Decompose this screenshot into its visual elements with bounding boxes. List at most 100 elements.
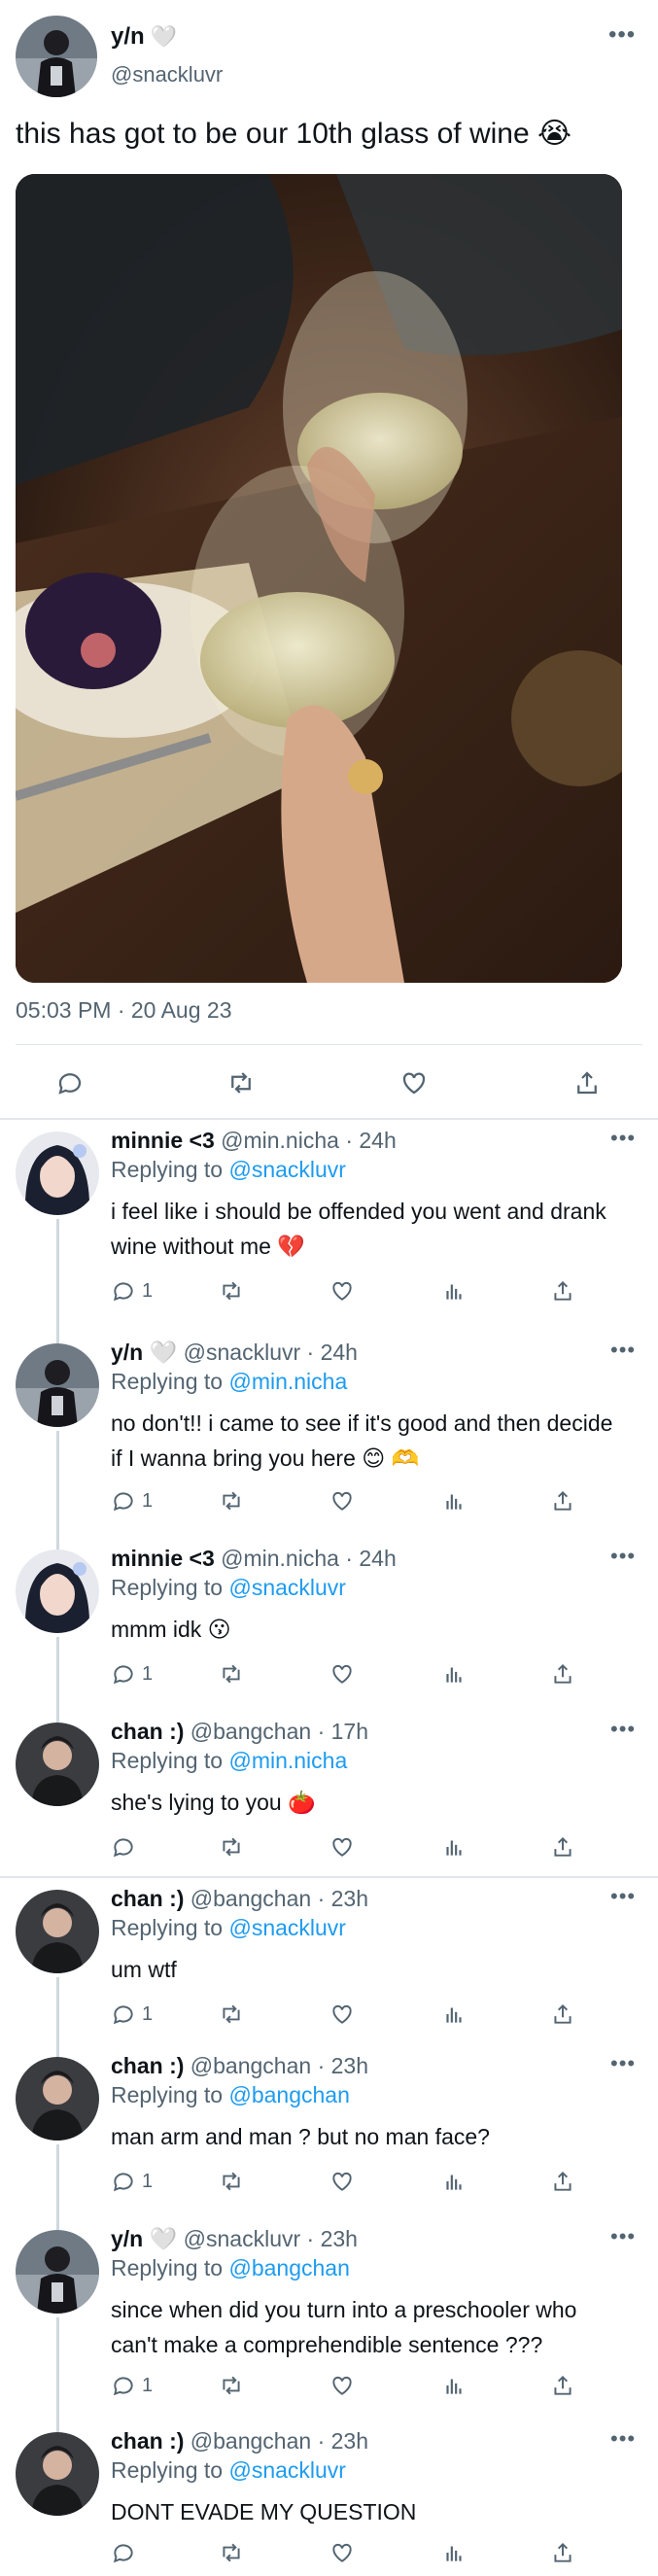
share-icon[interactable] bbox=[550, 1658, 575, 1689]
like-icon[interactable] bbox=[329, 2370, 355, 2401]
replying-to-handle[interactable]: @snackluvr bbox=[228, 1575, 346, 1600]
retweet-icon[interactable] bbox=[218, 1831, 245, 1862]
share-icon[interactable] bbox=[550, 2537, 575, 2568]
analytics-icon[interactable] bbox=[441, 2166, 467, 2197]
reply-tweet[interactable]: chan :) @bangchan · 23h ••• Replying to … bbox=[0, 2420, 658, 2576]
analytics-icon[interactable] bbox=[441, 2537, 467, 2568]
reply-time[interactable]: · 24h bbox=[307, 1340, 358, 1365]
analytics-icon[interactable] bbox=[441, 1999, 467, 2030]
display-name[interactable]: y/n 🤍 bbox=[111, 23, 177, 51]
avatar[interactable] bbox=[16, 1343, 99, 1427]
retweet-icon[interactable] bbox=[218, 1999, 245, 2030]
share-icon[interactable] bbox=[550, 1485, 575, 1516]
user-handle[interactable]: @bangchan bbox=[190, 2428, 311, 2454]
like-icon[interactable] bbox=[329, 1485, 355, 1516]
like-icon[interactable] bbox=[395, 1063, 433, 1102]
retweet-icon[interactable] bbox=[218, 2537, 245, 2568]
reply-time[interactable]: · 23h bbox=[318, 2428, 368, 2454]
display-name[interactable]: chan :) bbox=[111, 2053, 184, 2078]
reply-icon[interactable]: 1 bbox=[111, 1999, 153, 2030]
reply-icon[interactable]: 1 bbox=[111, 1658, 153, 1689]
retweet-icon[interactable] bbox=[218, 2166, 245, 2197]
reply-icon[interactable] bbox=[111, 2537, 142, 2568]
retweet-icon[interactable] bbox=[218, 1485, 245, 1516]
share-icon[interactable] bbox=[550, 1831, 575, 1862]
reply-tweet[interactable]: chan :) @bangchan · 23h ••• Replying to … bbox=[0, 1878, 658, 2045]
reply-icon[interactable]: 1 bbox=[111, 2370, 153, 2401]
display-name[interactable]: chan :) bbox=[111, 1886, 184, 1911]
analytics-icon[interactable] bbox=[441, 1485, 467, 1516]
more-options-icon[interactable]: ••• bbox=[610, 1717, 636, 1742]
reply-tweet[interactable]: y/n 🤍 @snackluvr · 23h ••• Replying to @… bbox=[0, 2218, 658, 2420]
replying-to-handle[interactable]: @bangchan bbox=[228, 2082, 349, 2107]
replying-to-handle[interactable]: @min.nicha bbox=[228, 1369, 347, 1394]
display-name[interactable]: y/n bbox=[111, 1340, 143, 1365]
user-handle[interactable]: @snackluvr bbox=[184, 2226, 301, 2251]
reply-tweet[interactable]: chan :) @bangchan · 23h ••• Replying to … bbox=[0, 2045, 658, 2218]
replying-to-handle[interactable]: @snackluvr bbox=[228, 1915, 346, 1940]
reply-icon[interactable] bbox=[111, 1831, 142, 1862]
reply-time[interactable]: · 23h bbox=[307, 2226, 358, 2251]
replying-to-handle[interactable]: @bangchan bbox=[228, 2255, 349, 2280]
more-options-icon[interactable]: ••• bbox=[610, 1126, 636, 1151]
reply-tweet[interactable]: minnie <3 @min.nicha · 24h ••• Replying … bbox=[0, 1538, 658, 1711]
share-icon[interactable] bbox=[550, 2370, 575, 2401]
analytics-icon[interactable] bbox=[441, 1275, 467, 1306]
avatar[interactable] bbox=[16, 1723, 99, 1806]
like-icon[interactable] bbox=[329, 1999, 355, 2030]
avatar[interactable] bbox=[16, 2057, 99, 2141]
analytics-icon[interactable] bbox=[441, 1831, 467, 1862]
tweet-timestamp[interactable]: 05:03 PM · 20 Aug 23 bbox=[16, 997, 232, 1024]
avatar[interactable] bbox=[16, 1549, 99, 1633]
display-name[interactable]: minnie <3 bbox=[111, 1546, 215, 1571]
reply-icon[interactable]: 1 bbox=[111, 1275, 153, 1306]
replying-to-handle[interactable]: @snackluvr bbox=[228, 2457, 346, 2483]
display-name[interactable]: y/n bbox=[111, 2226, 143, 2251]
reply-icon[interactable]: 1 bbox=[111, 1485, 153, 1516]
retweet-icon[interactable] bbox=[218, 1658, 245, 1689]
more-options-icon[interactable]: ••• bbox=[610, 2224, 636, 2249]
reply-tweet[interactable]: chan :) @bangchan · 17h ••• Replying to … bbox=[0, 1711, 658, 1878]
tweet-photo[interactable] bbox=[16, 174, 622, 983]
reply-time[interactable]: · 23h bbox=[318, 1886, 368, 1911]
reply-time[interactable]: · 24h bbox=[345, 1546, 396, 1571]
avatar[interactable] bbox=[16, 2230, 99, 2314]
analytics-icon[interactable] bbox=[441, 2370, 467, 2401]
more-options-icon[interactable]: ••• bbox=[610, 2051, 636, 2076]
replying-to-handle[interactable]: @snackluvr bbox=[228, 1157, 346, 1182]
share-icon[interactable] bbox=[550, 2166, 575, 2197]
share-icon[interactable] bbox=[568, 1063, 606, 1102]
like-icon[interactable] bbox=[329, 1275, 355, 1306]
like-icon[interactable] bbox=[329, 2537, 355, 2568]
display-name[interactable]: minnie <3 bbox=[111, 1128, 215, 1153]
reply-time[interactable]: · 17h bbox=[318, 1719, 368, 1744]
avatar[interactable] bbox=[16, 16, 97, 97]
more-options-icon[interactable]: ••• bbox=[610, 2426, 636, 2452]
retweet-icon[interactable] bbox=[218, 1275, 245, 1306]
reply-icon[interactable] bbox=[51, 1063, 89, 1102]
reply-time[interactable]: · 23h bbox=[318, 2053, 368, 2078]
more-options-icon[interactable]: ••• bbox=[610, 1884, 636, 1909]
reply-icon[interactable]: 1 bbox=[111, 2166, 153, 2197]
more-options-icon[interactable]: ••• bbox=[610, 1544, 636, 1569]
share-icon[interactable] bbox=[550, 1275, 575, 1306]
reply-tweet[interactable]: y/n 🤍 @snackluvr · 24h ••• Replying to @… bbox=[0, 1332, 658, 1538]
retweet-icon[interactable] bbox=[222, 1063, 260, 1102]
reply-time[interactable]: · 24h bbox=[345, 1128, 396, 1153]
user-handle[interactable]: @bangchan bbox=[190, 1719, 311, 1744]
share-icon[interactable] bbox=[550, 1999, 575, 2030]
user-handle[interactable]: @snackluvr bbox=[184, 1340, 301, 1365]
avatar[interactable] bbox=[16, 1131, 99, 1215]
user-handle[interactable]: @min.nicha bbox=[221, 1546, 339, 1571]
user-handle[interactable]: @min.nicha bbox=[221, 1128, 339, 1153]
like-icon[interactable] bbox=[329, 1831, 355, 1862]
replying-to-handle[interactable]: @min.nicha bbox=[228, 1748, 347, 1773]
more-options-icon[interactable]: ••• bbox=[608, 21, 636, 49]
more-options-icon[interactable]: ••• bbox=[610, 1338, 636, 1363]
avatar[interactable] bbox=[16, 2432, 99, 2516]
display-name[interactable]: chan :) bbox=[111, 2428, 184, 2454]
avatar[interactable] bbox=[16, 1890, 99, 1973]
display-name[interactable]: chan :) bbox=[111, 1719, 184, 1744]
retweet-icon[interactable] bbox=[218, 2370, 245, 2401]
user-handle[interactable]: @bangchan bbox=[190, 1886, 311, 1911]
